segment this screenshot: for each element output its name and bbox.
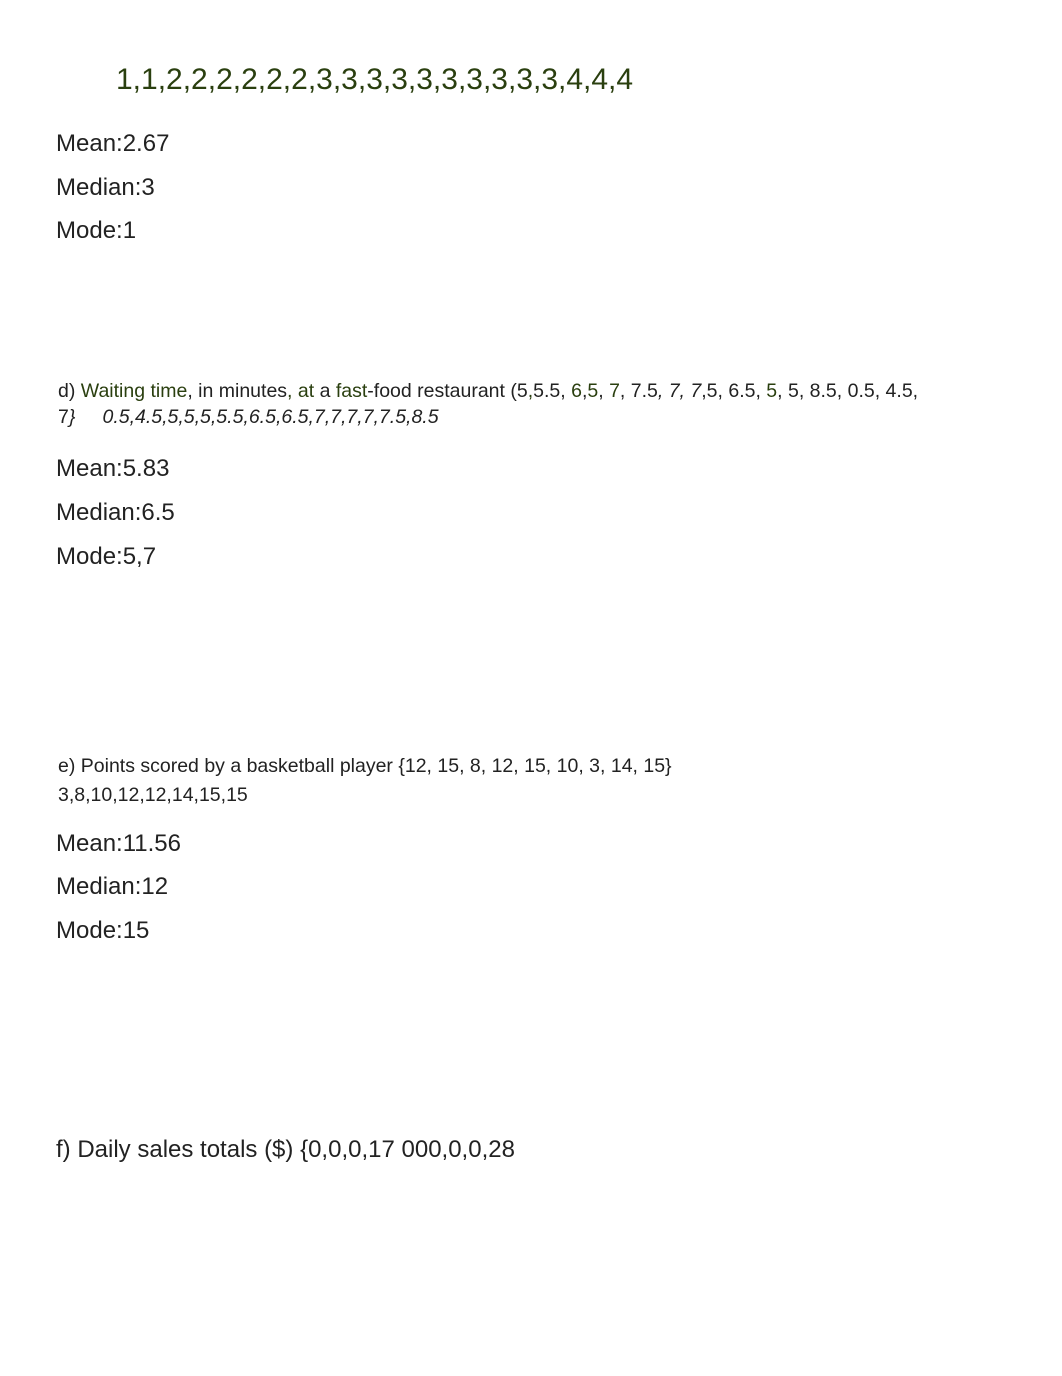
d-text: , in minutes <box>187 380 287 402</box>
d-prompt: d) Waiting time, in minutes, at a fast-f… <box>58 378 1006 431</box>
d-text: ,5, 6.5, <box>701 380 766 402</box>
d-text: 7 <box>609 380 620 402</box>
e-prompt: e) Points scored by a basketball player … <box>58 753 1006 779</box>
spacer <box>56 258 1006 378</box>
d-median: Median:6.5 <box>56 496 1006 530</box>
d-text: 5.5, <box>533 380 571 402</box>
d-text: , 7.5 <box>620 380 658 402</box>
d-sorted-list: 0.5,4.5,5,5,5,5.5,6.5,6.5,7,7,7,7,7.5,8.… <box>102 406 438 428</box>
spacer <box>56 434 1006 446</box>
d-sorted-inline <box>75 406 102 428</box>
e-prompt-text: e) Points scored by a basketball player … <box>58 755 672 777</box>
document-page: 1,1,2,2,2,2,2,2,3,3,3,3,3,3,3,3,3,3,4,4,… <box>0 0 1062 1257</box>
d-text: 5 <box>766 380 777 402</box>
f-prompt: f) Daily sales totals ($) {0,0,0,17 000,… <box>56 1133 1006 1167</box>
e-sorted-list: 3,8,10,12,12,14,15,15 <box>58 784 1006 807</box>
spacer <box>56 583 1006 753</box>
d-text: 5 <box>587 380 598 402</box>
d-text: , <box>598 380 609 402</box>
c-median: Median:3 <box>56 171 1006 205</box>
d-text: , at <box>287 380 314 402</box>
d-text: d) <box>58 380 81 402</box>
d-text: -food restaurant (5 <box>367 380 527 402</box>
d-text: fast <box>336 380 367 402</box>
d-text: a <box>314 380 336 402</box>
spacer <box>56 957 1006 1127</box>
d-text: 6 <box>571 380 582 402</box>
d-mode: Mode:5,7 <box>56 540 1006 574</box>
c-mode: Mode:1 <box>56 214 1006 248</box>
d-mean: Mean:5.83 <box>56 452 1006 486</box>
c-sorted-list: 1,1,2,2,2,2,2,2,3,3,3,3,3,3,3,3,3,3,4,4,… <box>116 60 1006 99</box>
d-text-ital: , 7, 7 <box>658 380 701 402</box>
e-mode: Mode:15 <box>56 914 1006 948</box>
d-text: Waiting time <box>81 380 188 402</box>
c-mean: Mean:2.67 <box>56 127 1006 161</box>
e-median: Median:12 <box>56 870 1006 904</box>
e-mean: Mean:11.56 <box>56 827 1006 861</box>
